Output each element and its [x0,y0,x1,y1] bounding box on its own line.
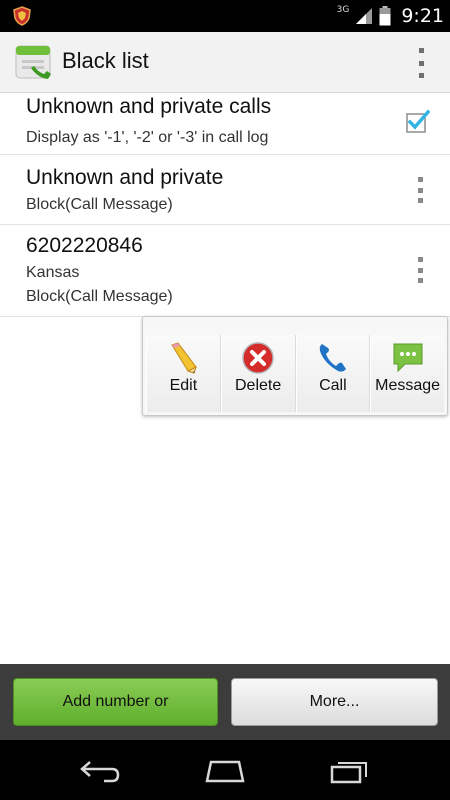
clock: 9:21 [401,5,444,27]
delete-button[interactable]: Delete [220,335,296,412]
edit-button[interactable]: Edit [146,335,221,412]
message-label: Message [375,377,441,394]
message-button[interactable]: Message [370,335,444,412]
delete-label: Delete [235,377,282,394]
shield-notification-icon [13,6,31,26]
recent-apps-icon[interactable] [328,758,372,784]
page-title: Black list [62,48,149,73]
edit-label: Edit [169,377,198,394]
signal-icon [356,8,373,24]
item-menu-icon[interactable] [416,177,424,203]
item-subtitle: Block(Call Message) [26,288,173,305]
navigation-bar [0,740,450,800]
home-icon[interactable] [203,758,247,784]
pencil-icon [171,342,198,374]
bottom-button-bar: Add number or More... [0,664,450,740]
call-button[interactable]: Call [295,335,371,412]
list-item[interactable]: Unknown and private calls Display as '-1… [0,93,450,155]
phone-icon [319,344,346,372]
overflow-menu-icon[interactable] [414,48,428,78]
status-bar: 3G 9:21 [0,0,450,32]
quick-action-popup: Edit Delete Call Message [142,316,448,416]
enabled-checkbox[interactable] [406,109,430,133]
action-bar: Black list [0,32,450,93]
call-label: Call [319,377,347,394]
back-icon[interactable] [78,758,122,784]
phone-blocklist-icon[interactable] [14,40,56,82]
item-menu-icon[interactable] [416,257,424,283]
item-subtitle: Display as '-1', '-2' or '-3' in call lo… [26,129,269,146]
item-subtitle: Block(Call Message) [26,196,173,213]
battery-icon [379,6,391,26]
item-title: Unknown and private calls [26,95,272,118]
network-type-label: 3G [336,5,350,15]
item-location: Kansas [26,264,80,281]
list-item[interactable]: Unknown and private Block(Call Message) [0,155,450,225]
item-title: Unknown and private [26,166,224,189]
more-button[interactable]: More... [231,678,438,726]
delete-x-icon [242,342,274,374]
message-bubble-icon [393,343,423,373]
list-item[interactable]: 6202220846 Kansas Block(Call Message) [0,225,450,317]
add-number-button[interactable]: Add number or [13,678,218,726]
item-title: 6202220846 [26,234,143,257]
